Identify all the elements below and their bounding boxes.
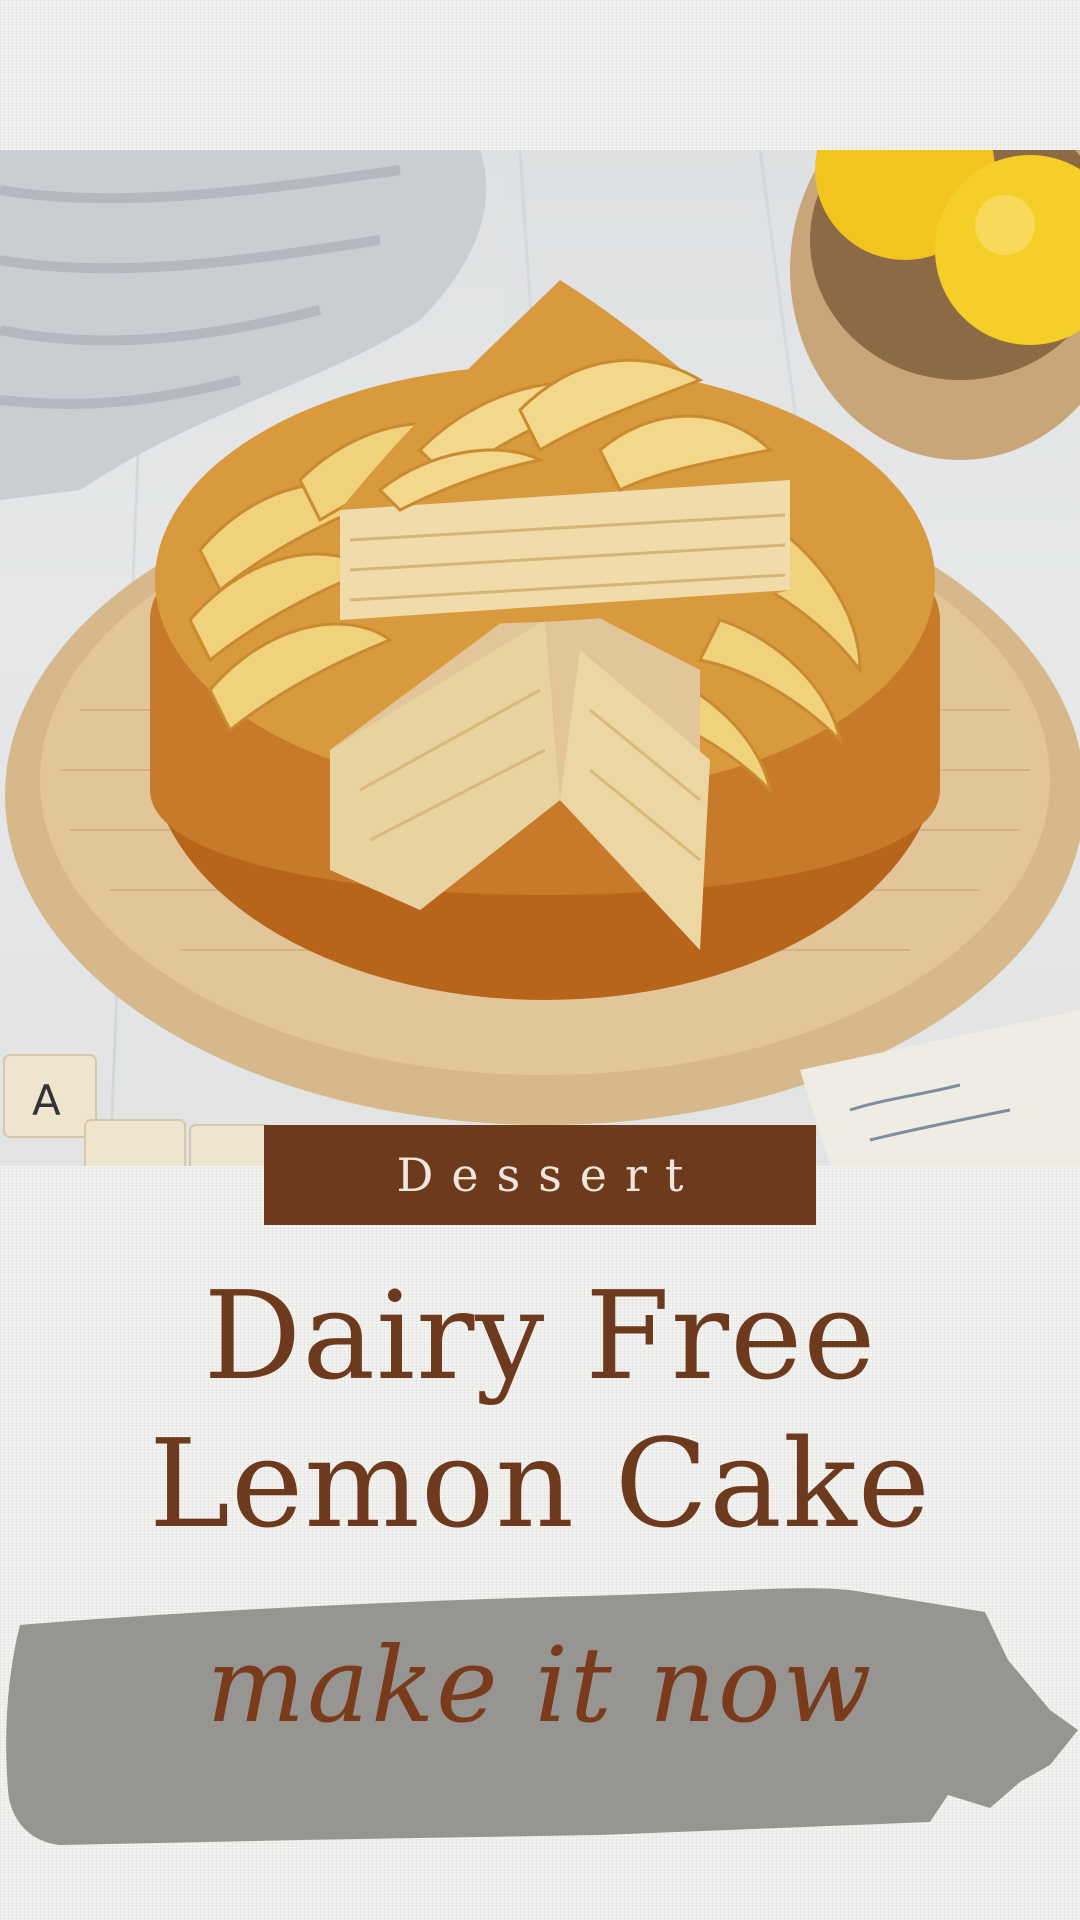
svg-text:A: A (32, 1076, 61, 1125)
title-line-1: Dairy Free (203, 1265, 877, 1407)
page-title: Dairy Free Lemon Cake (0, 1262, 1080, 1558)
hero-photo: A (0, 150, 1080, 1166)
cta-label: make it now (206, 1624, 874, 1746)
category-label: Dessert (396, 1148, 702, 1202)
category-banner: Dessert (264, 1125, 816, 1225)
cta-button[interactable]: make it now (0, 1560, 1080, 1850)
title-line-2: Lemon Cake (149, 1413, 931, 1555)
